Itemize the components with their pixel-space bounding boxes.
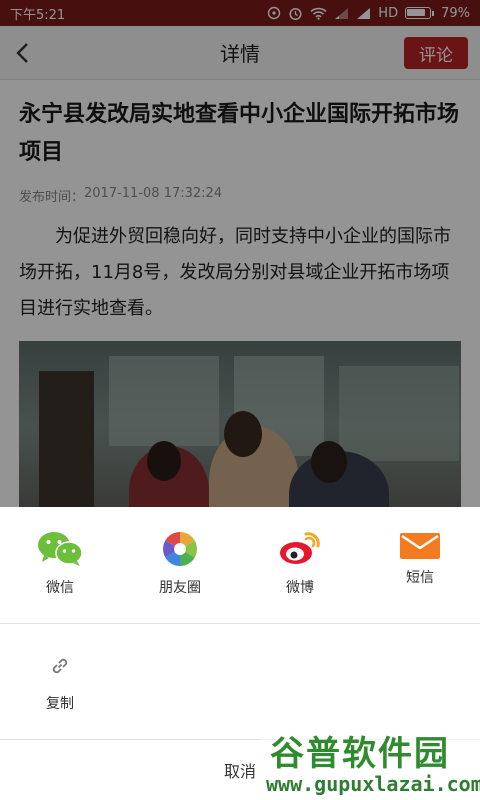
- share-weibo[interactable]: 微博: [240, 507, 360, 623]
- watermark-url: www.gupuxlazai.com: [266, 772, 480, 796]
- share-label: 微信: [46, 580, 74, 596]
- watermark: 谷普软件园 www.gupuxlazai.com: [262, 724, 480, 800]
- modal-backdrop[interactable]: [0, 0, 480, 507]
- share-wechat[interactable]: 微信: [0, 507, 120, 623]
- weibo-icon: [280, 532, 320, 564]
- wechat-icon: [38, 532, 83, 566]
- share-options: 微信 朋友圈 微博 短信: [0, 507, 480, 623]
- copy-label: 复制: [46, 696, 74, 712]
- watermark-title: 谷普软件园: [270, 734, 450, 774]
- share-moments[interactable]: 朋友圈: [120, 507, 240, 623]
- divider: [0, 623, 480, 624]
- moments-icon: [163, 532, 197, 566]
- share-label: 微博: [286, 580, 314, 596]
- copy-link-button[interactable]: 复制: [20, 647, 100, 717]
- sms-icon: [400, 533, 440, 559]
- share-label: 短信: [406, 570, 434, 586]
- share-sms[interactable]: 短信: [360, 507, 480, 623]
- share-label: 朋友圈: [159, 580, 201, 596]
- link-icon: [52, 658, 68, 674]
